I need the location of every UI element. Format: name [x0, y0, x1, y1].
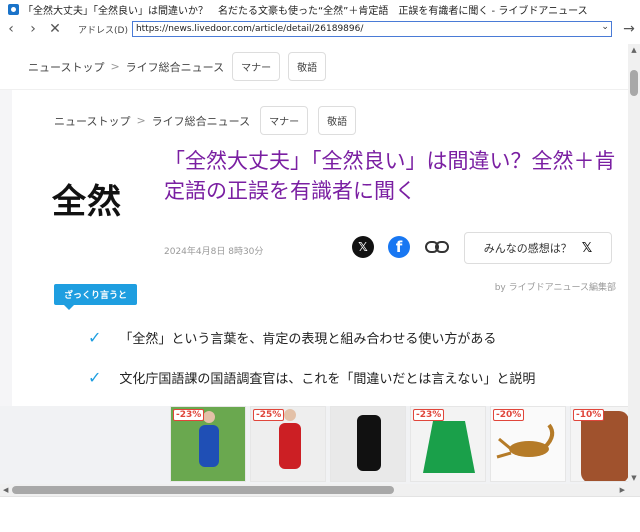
ad-product-image[interactable]: -20% [490, 406, 566, 482]
address-bar: ‹ › ✕ アドレス(D) https://news.livedoor.com/… [0, 19, 640, 39]
scroll-right-icon[interactable]: ▶ [620, 484, 625, 496]
browser-app-icon [8, 3, 19, 15]
tag-keigo-button[interactable]: 敬語 [288, 52, 327, 81]
breadcrumb-life-news[interactable]: ライフ総合ニュース [126, 59, 224, 75]
discount-badge: -23% [173, 409, 205, 421]
article-date: 2024年4月8日 8時30分 [164, 247, 264, 257]
ad-carousel: -23% -25% -23% -20% -10% [0, 406, 628, 484]
chevron-down-icon[interactable]: ⌄ [601, 22, 609, 32]
page-viewport: ニューストップ > ライフ総合ニュース マナー 敬語 ニューストップ > ライフ… [0, 44, 628, 484]
chevron-right-icon[interactable]: › [22, 19, 44, 39]
summary-point: ✓ 「全然」という言葉を、肯定の表現と組み合わせる使い方がある [88, 328, 496, 347]
address-label: アドレス(D) [78, 25, 128, 36]
summary-point: ✓ 文化庁国語課の国語調査官は、これを「間違いだとは言えない」と説明 [88, 368, 535, 387]
breadcrumb-news-top[interactable]: ニューストップ [54, 113, 130, 129]
discount-badge: -25% [253, 409, 285, 421]
check-icon: ✓ [88, 368, 102, 387]
scroll-left-icon[interactable]: ◀ [3, 484, 8, 496]
summary-badge: ざっくり言うと [54, 284, 138, 310]
tag-manner-button[interactable]: マナー [232, 52, 281, 81]
discount-badge: -23% [413, 409, 445, 421]
facebook-share-icon[interactable]: f [388, 236, 410, 258]
url-input[interactable]: https://news.livedoor.com/article/detail… [131, 21, 612, 37]
link-copy-icon[interactable] [424, 236, 450, 258]
share-buttons: 𝕏 f [352, 236, 450, 258]
ad-product-image[interactable] [330, 406, 406, 482]
article-card: ニューストップ > ライフ総合ニュース マナー 敬語 全然 「全然大丈夫」「全然… [12, 90, 628, 406]
window-title: 「全然大丈夫」「全然良い」は間違いか？ 名だたる文豪も使った“全然”＋肯定語 正… [23, 5, 588, 17]
reactions-button[interactable]: みんなの感想は？ 𝕏 [464, 232, 612, 264]
ad-product-image[interactable]: -10% [570, 406, 628, 482]
breadcrumb-life-news[interactable]: ライフ総合ニュース [152, 113, 250, 129]
arrow-right-icon[interactable]: → [618, 21, 640, 37]
ad-product-image[interactable]: -23% [410, 406, 486, 482]
summary-point-text: 文化庁国語課の国語調査官は、これを「間違いだとは言えない」と説明 [119, 372, 536, 387]
horizontal-scroll-thumb[interactable] [12, 486, 394, 494]
status-bar [0, 496, 640, 532]
breadcrumb-news-top[interactable]: ニューストップ [28, 59, 104, 75]
title-bar: 「全然大丈夫」「全然良い」は間違いか？ 名だたる文豪も使った“全然”＋肯定語 正… [0, 0, 640, 18]
scroll-down-icon[interactable]: ▼ [628, 474, 640, 482]
breadcrumb-separator: > [110, 60, 120, 73]
article-headline: 「全然大丈夫」「全然良い」は間違い？全然＋肯定語の正誤を有識者に聞く [164, 149, 616, 203]
swimsuit-image [331, 407, 405, 481]
scroll-up-icon[interactable]: ▲ [628, 46, 640, 54]
browser-window: 「全然大丈夫」「全然良い」は間違いか？ 名だたる文豪も使った“全然”＋肯定語 正… [0, 0, 640, 532]
discount-badge: -10% [573, 409, 605, 421]
vertical-scrollbar[interactable]: ▲ ▼ [628, 44, 640, 484]
vertical-scroll-thumb[interactable] [630, 70, 638, 96]
breadcrumb: ニューストップ > ライフ総合ニュース マナー 敬語 [54, 106, 357, 135]
tag-keigo-button[interactable]: 敬語 [318, 106, 357, 135]
x-share-icon[interactable]: 𝕏 [352, 236, 374, 258]
sticky-breadcrumb-bar: ニューストップ > ライフ総合ニュース マナー 敬語 [0, 44, 628, 90]
url-text: https://news.livedoor.com/article/detail… [135, 24, 364, 34]
article-thumbnail-text: 全然 [52, 182, 122, 222]
close-icon[interactable]: ✕ [44, 19, 66, 39]
x-icon: 𝕏 [581, 240, 593, 256]
chevron-left-icon[interactable]: ‹ [0, 19, 22, 39]
horizontal-scrollbar[interactable]: ◀ ▶ [0, 484, 640, 496]
ad-product-image[interactable]: -25% [250, 406, 326, 482]
summary-point-text: 「全然」という言葉を、肯定の表現と組み合わせる使い方がある [119, 332, 497, 347]
ad-product-image[interactable]: -23% [170, 406, 246, 482]
reactions-label: みんなの感想は？ [483, 242, 572, 255]
breadcrumb-separator: > [136, 114, 146, 127]
article-byline: by ライブドアニュース編集部 [494, 283, 616, 293]
check-icon: ✓ [88, 328, 102, 347]
discount-badge: -20% [493, 409, 525, 421]
tag-manner-button[interactable]: マナー [260, 106, 309, 135]
